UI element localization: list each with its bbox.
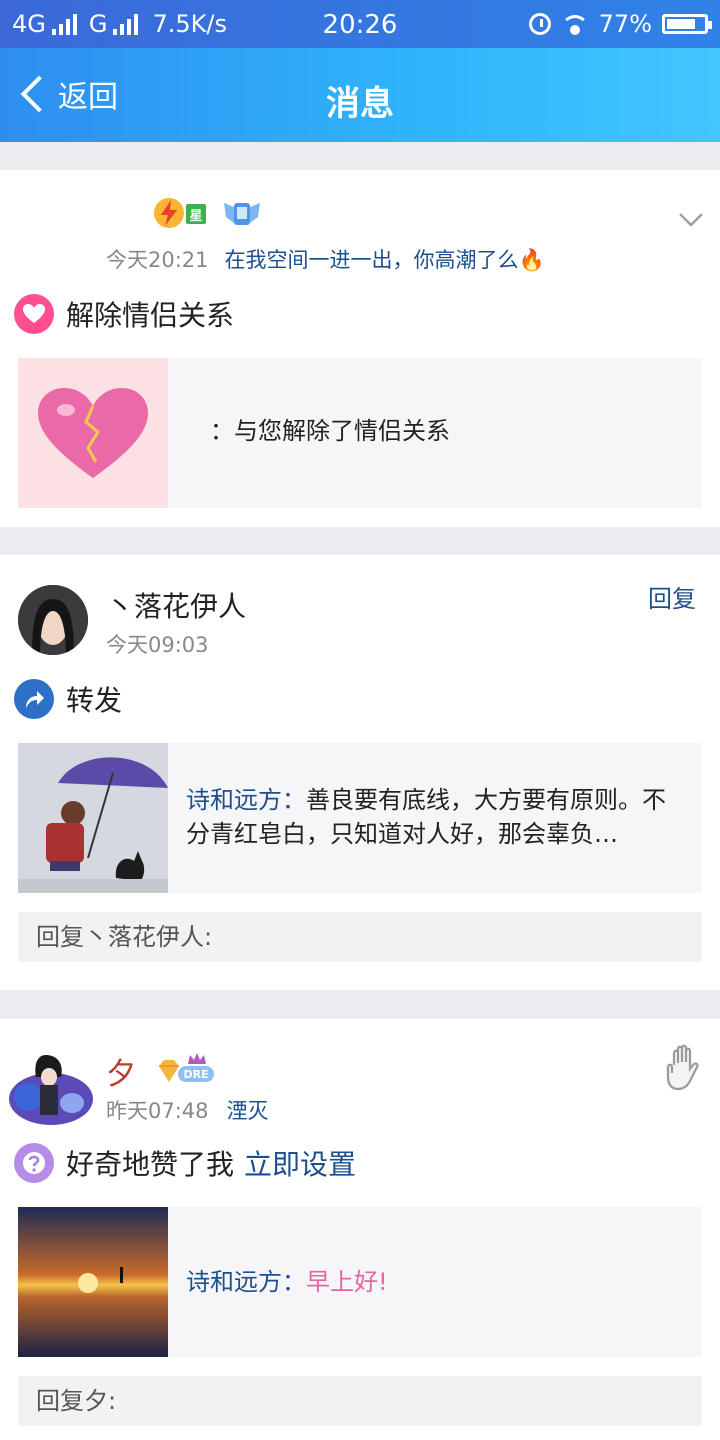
reply-input[interactable]: 回复丶落花伊人: (18, 912, 702, 962)
sunset-image (18, 1207, 168, 1357)
level-badge: DRE (154, 1053, 218, 1088)
action-row: 转发 (14, 679, 122, 719)
action-label: 解除情侣关系 (66, 299, 235, 332)
reply-button[interactable]: 回复 (648, 579, 696, 614)
reply-input[interactable]: 回复夕: (18, 1376, 702, 1426)
user-name[interactable]: 夕 (106, 1049, 136, 1093)
page-title: 消息 (326, 84, 394, 124)
content-box[interactable]: 诗和远方：善良要有底线，大方要有原则。不分青红皂白，只知道对人好，那会辜负… (18, 743, 702, 893)
wifi-icon (560, 13, 589, 35)
timestamp: 今天20:21 (106, 248, 209, 272)
action-row: 好奇地赞了我 立即设置 (14, 1143, 356, 1183)
vip-wing-icon (224, 203, 260, 225)
crown-icon (188, 1053, 206, 1064)
star-badge: 星 (186, 204, 206, 224)
lightning-icon (154, 198, 184, 228)
content-author[interactable]: 诗和远方： (186, 786, 306, 814)
user-row: 夕 DRE (106, 1049, 218, 1093)
content-body: 早上好! (306, 1268, 388, 1296)
battery-icon (662, 14, 712, 34)
content-box[interactable]: ：与您解除了情侣关系 (18, 358, 702, 508)
status-text[interactable]: 在我空间一进一出，你高潮了么🔥 (225, 244, 545, 274)
action-row: 解除情侣关系 (14, 294, 234, 334)
avatar[interactable] (18, 585, 88, 655)
meta-row: 今天20:21 在我空间一进一出，你高潮了么🔥 (106, 244, 545, 274)
location-text[interactable]: 湮灭 (227, 1095, 269, 1125)
dre-badge: DRE (178, 1066, 214, 1082)
question-icon (14, 1143, 54, 1183)
set-now-link[interactable]: 立即设置 (244, 1143, 356, 1183)
action-label: 好奇地赞了我 (66, 1148, 235, 1181)
chevron-down-icon[interactable] (678, 212, 704, 228)
content-text: ：与您解除了情侣关系 (210, 417, 450, 445)
timestamp: 今天09:03 (106, 633, 209, 657)
user-badges: 星 (152, 196, 262, 230)
umbrella-girl-image (18, 743, 168, 893)
share-icon (14, 679, 54, 719)
app-header: 返回 消息 (0, 48, 720, 142)
level-badge: 星 (152, 196, 208, 230)
action-label: 转发 (66, 684, 123, 717)
content-text: 诗和远方：善良要有底线，大方要有原则。不分青红皂白，只知道对人好，那会辜负… (186, 783, 684, 851)
content-text: 诗和远方：早上好! (186, 1265, 684, 1299)
heart-icon (14, 294, 54, 334)
user-name[interactable]: 丶落花伊人 (106, 585, 246, 625)
message-card-3: 夕 DRE 昨天07:48 湮灭 好奇地赞了我 立即设置 诗和远方：早上好! 回… (0, 1019, 720, 1440)
timestamp: 昨天07:48 (106, 1099, 209, 1123)
meta-row: 昨天07:48 湮灭 (106, 1095, 269, 1125)
hand-icon[interactable] (662, 1043, 708, 1095)
content-author[interactable]: 诗和远方： (186, 1268, 306, 1296)
avatar[interactable] (6, 1047, 96, 1127)
status-bar: 4G G 7.5K/s 20:26 77% (0, 0, 720, 48)
battery-percent: 77% (598, 10, 652, 38)
message-card-1: 星 今天20:21 在我空间一进一出，你高潮了么🔥 解除情侣关系 ：与您解除了情… (0, 170, 720, 527)
message-card-2: 丶落花伊人 今天09:03 回复 转发 诗和远方：善良要有底线，大方要有原则。不… (0, 555, 720, 990)
alarm-icon (528, 13, 551, 35)
content-box[interactable]: 诗和远方：早上好! (18, 1207, 702, 1357)
broken-heart-image (18, 358, 168, 508)
